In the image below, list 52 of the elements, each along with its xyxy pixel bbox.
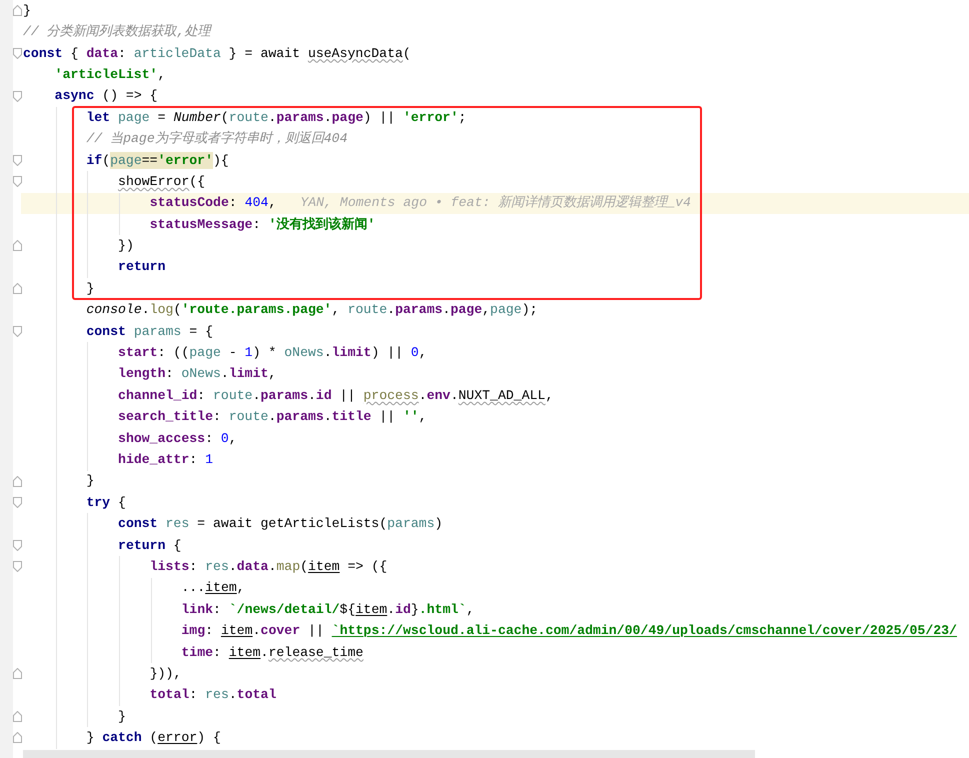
code-line: img: item.cover || `https://wscloud.ali-cache.com/admin/00/49/uploads/cmschannel/cover/2025/05/23/ (181, 622, 957, 640)
code-line: total: res.total (150, 686, 276, 704)
code-line: link: `/news/detail/${item.id}.html`, (181, 600, 474, 619)
code-line: search_title: route.params.title || '', (118, 408, 427, 426)
code-line: statusCode: 404, (150, 194, 276, 212)
fold-marker-icon[interactable] (13, 540, 22, 551)
code-line: start: ((page - 1) * oNews.limit) || 0, (118, 344, 427, 362)
fold-marker-icon[interactable] (13, 240, 22, 252)
fold-marker-icon[interactable] (13, 668, 22, 680)
code-line: const res = await getArticleLists(params) (118, 515, 443, 534)
code-line: statusMessage: '没有找到该新闻' (150, 216, 376, 234)
code-line: show_access: 0, (118, 430, 237, 448)
code-line: ...item, (181, 579, 245, 598)
fold-marker-icon[interactable] (13, 497, 22, 508)
code-line: console.log('route.params.page', route.params.page,page); (86, 301, 538, 320)
code-comment: // 当page为字母或者字符串时，则返回404 (86, 130, 348, 148)
code-line: channel_id: route.params.id || process.env.NUXT_AD_ALL, (118, 386, 554, 405)
code-line: })), (150, 664, 182, 683)
blame-annotation: YAN, Moments ago • feat: 新闻详情页数据调用逻辑整理_v4 (300, 194, 691, 212)
code-line: } (118, 708, 126, 726)
code-line: } (86, 280, 94, 298)
code-line: length: oNews.limit, (118, 365, 276, 384)
code-line: } (86, 472, 94, 490)
code-line: try { (86, 494, 126, 512)
fold-marker-icon[interactable] (13, 48, 22, 59)
code-line: const params = { (86, 322, 213, 341)
code-line: time: item.release_time (181, 644, 364, 662)
fold-marker-icon[interactable] (13, 326, 22, 338)
fold-marker-icon[interactable] (13, 561, 22, 572)
code-line: return { (118, 536, 182, 555)
fold-marker-icon[interactable] (13, 5, 22, 16)
fold-marker-icon[interactable] (13, 732, 22, 744)
fold-marker-icon[interactable] (13, 283, 22, 294)
fold-marker-icon[interactable] (13, 711, 22, 722)
code-line: } catch (error) { (86, 729, 221, 748)
code-line: 'articleList', (54, 66, 166, 84)
code-line: if(page=='error'){ (86, 152, 229, 170)
code-comment: // 分类新闻列表数据获取,处理 (23, 23, 211, 42)
code-line: showError({ (118, 172, 206, 191)
fold-marker-icon[interactable] (13, 176, 22, 188)
code-line: } (23, 2, 31, 20)
code-line: return (118, 258, 166, 276)
fold-marker-icon[interactable] (13, 90, 22, 102)
code-line: const { data: articleData } = await useAsyncData( (23, 44, 411, 63)
fold-marker-icon[interactable] (13, 154, 22, 166)
horizontal-scrollbar[interactable] (23, 750, 755, 758)
code-line: hide_attr: 1 (118, 451, 214, 469)
fold-marker-icon[interactable] (13, 476, 22, 487)
code-line: let page = Number(route.params.page) || 'error'; (86, 108, 466, 127)
code-line: async () => { (54, 87, 158, 106)
code-line: }) (118, 237, 134, 256)
code-line: lists: res.data.map(item => ({ (150, 558, 388, 576)
